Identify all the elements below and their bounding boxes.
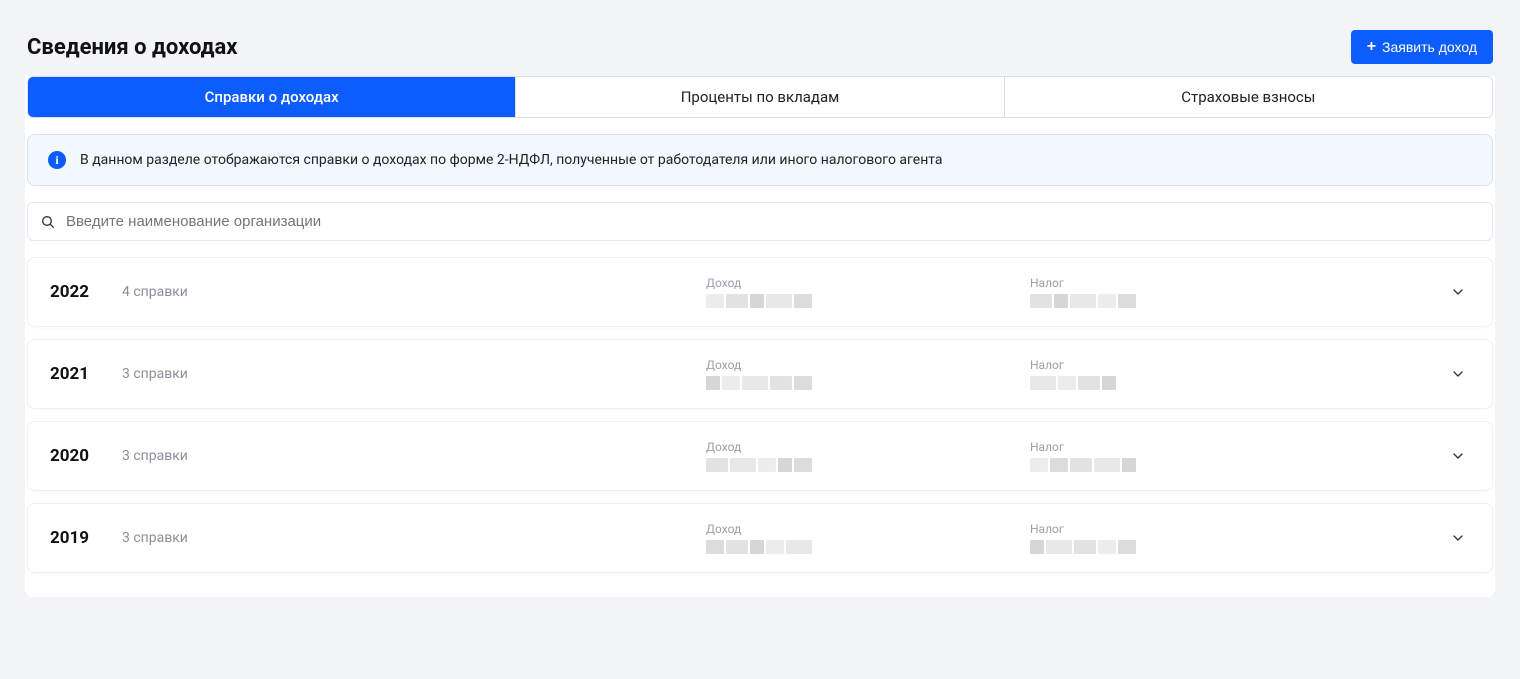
expand-toggle[interactable] [1446, 280, 1470, 304]
income-col: Доход [706, 440, 1006, 472]
chevron-down-icon [1450, 284, 1466, 300]
tab-deposit-interest[interactable]: Проценты по вкладам [515, 77, 1003, 117]
tax-value-redacted [1030, 294, 1330, 308]
tax-label: Налог [1030, 440, 1330, 454]
tax-value-redacted [1030, 458, 1330, 472]
year-row[interactable]: 2019 3 справки Доход Налог [27, 503, 1493, 573]
year-value: 2021 [50, 364, 98, 384]
income-label: Доход [706, 276, 1006, 290]
year-value: 2020 [50, 446, 98, 466]
income-col: Доход [706, 358, 1006, 390]
tabs: Справки о доходах Проценты по вкладам Ст… [27, 76, 1493, 118]
cert-count: 3 справки [122, 530, 682, 546]
tax-col: Налог [1030, 358, 1330, 390]
year-value: 2019 [50, 528, 98, 548]
page-title: Сведения о доходах [27, 35, 237, 60]
search-icon [40, 214, 56, 230]
search-input[interactable] [66, 213, 1480, 230]
income-value-redacted [706, 458, 1006, 472]
year-row[interactable]: 2020 3 справки Доход Налог [27, 421, 1493, 491]
tax-label: Налог [1030, 276, 1330, 290]
search-bar[interactable] [27, 202, 1493, 241]
chevron-down-icon [1450, 448, 1466, 464]
cert-count: 3 справки [122, 366, 682, 382]
income-label: Доход [706, 522, 1006, 536]
expand-toggle[interactable] [1446, 362, 1470, 386]
chevron-down-icon [1450, 530, 1466, 546]
declare-income-label: Заявить доход [1382, 39, 1477, 55]
tax-col: Налог [1030, 276, 1330, 308]
cert-count: 3 справки [122, 448, 682, 464]
income-value-redacted [706, 376, 1006, 390]
year-row[interactable]: 2021 3 справки Доход Налог [27, 339, 1493, 409]
income-label: Доход [706, 440, 1006, 454]
tab-insurance[interactable]: Страховые взносы [1004, 77, 1492, 117]
year-row[interactable]: 2022 4 справки Доход Налог [27, 257, 1493, 327]
tax-col: Налог [1030, 522, 1330, 554]
cert-count: 4 справки [122, 284, 682, 300]
tax-label: Налог [1030, 358, 1330, 372]
info-text: В данном разделе отображаются справки о … [80, 152, 943, 168]
info-banner: i В данном разделе отображаются справки … [27, 134, 1493, 186]
income-value-redacted [706, 294, 1006, 308]
income-col: Доход [706, 522, 1006, 554]
chevron-down-icon [1450, 366, 1466, 382]
tax-col: Налог [1030, 440, 1330, 472]
tab-income-certs[interactable]: Справки о доходах [28, 77, 515, 117]
tax-label: Налог [1030, 522, 1330, 536]
declare-income-button[interactable]: + Заявить доход [1351, 30, 1493, 64]
expand-toggle[interactable] [1446, 526, 1470, 550]
tax-value-redacted [1030, 540, 1330, 554]
income-label: Доход [706, 358, 1006, 372]
tax-value-redacted [1030, 376, 1330, 390]
income-value-redacted [706, 540, 1006, 554]
year-value: 2022 [50, 282, 98, 302]
income-col: Доход [706, 276, 1006, 308]
expand-toggle[interactable] [1446, 444, 1470, 468]
info-icon: i [48, 151, 66, 169]
plus-icon: + [1367, 39, 1376, 55]
